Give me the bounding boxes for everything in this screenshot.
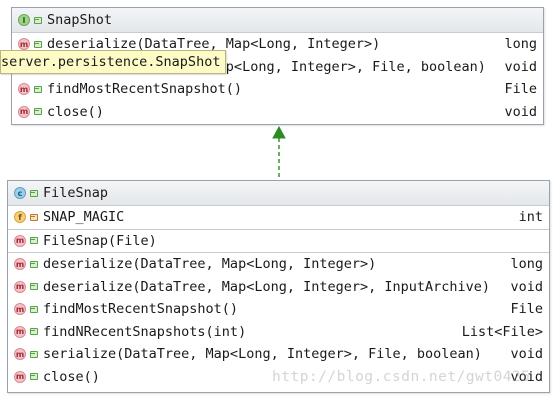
method-signature: deserialize(DataTree, Map<Long, Integer>… <box>43 256 377 273</box>
return-type: void <box>504 58 537 75</box>
field-icon: f <box>14 211 26 224</box>
method-icon: m <box>14 258 26 271</box>
interface-header[interactable]: I SnapShot <box>12 8 543 33</box>
class-filesnap-box[interactable]: c FileSnap f SNAP_MAGIC int m FileSnap(F… <box>7 180 550 393</box>
public-visibility-icon <box>33 107 42 116</box>
implements-arrow <box>272 126 286 180</box>
public-visibility-icon <box>29 305 38 314</box>
public-visibility-icon <box>33 16 42 25</box>
class-header[interactable]: c FileSnap <box>8 181 549 206</box>
field-name: SNAP_MAGIC <box>43 209 125 226</box>
method-row[interactable]: m findMostRecentSnapshot() File <box>8 298 549 321</box>
return-type: void <box>510 368 543 385</box>
class-icon: c <box>14 187 26 199</box>
arrowhead <box>272 126 286 139</box>
method-icon: m <box>18 83 30 96</box>
public-visibility-icon <box>29 236 38 245</box>
static-final-visibility-icon <box>29 213 38 222</box>
method-signature: findMostRecentSnapshot() <box>47 81 243 98</box>
method-signature: deserialize(DataTree, Map<Long, Integer>… <box>43 278 491 295</box>
method-signature: findMostRecentSnapshot() <box>43 301 239 318</box>
return-type: long <box>510 256 543 273</box>
return-type: List<File> <box>461 323 543 340</box>
field-type: int <box>518 209 543 226</box>
method-row[interactable]: m findMostRecentSnapshot() File <box>12 78 543 101</box>
method-icon: m <box>14 303 26 316</box>
public-visibility-icon <box>29 282 38 291</box>
method-icon: m <box>18 38 30 51</box>
qualified-name-tooltip: server.persistence.SnapShot <box>0 50 227 74</box>
public-visibility-icon <box>33 40 42 49</box>
method-icon: m <box>14 325 26 338</box>
method-icon: m <box>14 348 26 361</box>
interface-icon: I <box>18 14 30 26</box>
public-visibility-icon <box>29 189 38 198</box>
method-row[interactable]: m close() void <box>8 366 549 389</box>
public-visibility-icon <box>29 350 38 359</box>
method-row[interactable]: m close() void <box>12 101 543 124</box>
method-signature: close() <box>47 103 104 120</box>
method-icon: m <box>14 370 26 383</box>
method-row[interactable]: m deserialize(DataTree, Map<Long, Intege… <box>8 276 549 299</box>
constructor-signature: FileSnap(File) <box>43 232 157 249</box>
method-row[interactable]: m deserialize(DataTree, Map<Long, Intege… <box>8 253 549 276</box>
public-visibility-icon <box>33 85 42 94</box>
tooltip-text: server.persistence.SnapShot <box>1 54 221 70</box>
public-visibility-icon <box>29 327 38 336</box>
class-name: FileSnap <box>43 185 109 201</box>
constructor-row[interactable]: m FileSnap(File) <box>8 230 549 253</box>
return-type: File <box>504 81 537 98</box>
method-row[interactable]: m findNRecentSnapshots(int) List<File> <box>8 321 549 344</box>
return-type: void <box>504 103 537 120</box>
method-icon: m <box>18 105 30 118</box>
method-icon: m <box>14 280 26 293</box>
public-visibility-icon <box>29 372 38 381</box>
return-type: void <box>510 346 543 363</box>
method-row[interactable]: m serialize(DataTree, Map<Long, Integer>… <box>8 343 549 366</box>
return-type: long <box>504 36 537 53</box>
method-signature: close() <box>43 368 100 385</box>
constructor-icon: m <box>14 234 26 247</box>
field-row[interactable]: f SNAP_MAGIC int <box>8 206 549 230</box>
method-signature: serialize(DataTree, Map<Long, Integer>, … <box>43 346 482 363</box>
public-visibility-icon <box>29 260 38 269</box>
return-type: void <box>510 278 543 295</box>
return-type: File <box>510 301 543 318</box>
method-signature: findNRecentSnapshots(int) <box>43 323 247 340</box>
interface-name: SnapShot <box>47 12 113 28</box>
